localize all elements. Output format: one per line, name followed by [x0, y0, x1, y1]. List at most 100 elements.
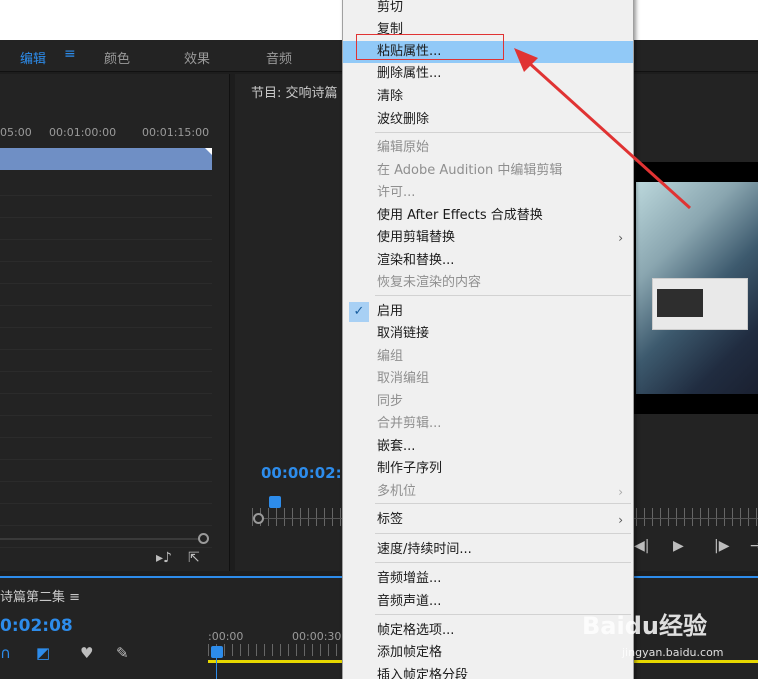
- submenu-arrow-icon: ›: [618, 485, 623, 499]
- snap-icon[interactable]: ∩: [0, 644, 11, 662]
- menu-item-label: 使用 After Effects 合成替换: [377, 208, 543, 223]
- program-playhead[interactable]: [269, 496, 281, 508]
- source-clip[interactable]: [0, 148, 212, 170]
- menu-item-label: 许可...: [377, 185, 416, 200]
- watermark-brand: Baidu经验: [582, 612, 707, 640]
- menu-item-label: 音频增益...: [377, 571, 442, 586]
- submenu-arrow-icon: ›: [618, 231, 623, 245]
- menu-item-label: 标签: [377, 512, 404, 527]
- menu-item[interactable]: 制作子序列: [343, 458, 633, 480]
- menu-item: 在 Adobe Audition 中编辑剪辑: [343, 160, 633, 182]
- ruler-label: 00:01:00:00: [49, 126, 117, 139]
- menu-item[interactable]: 使用剪辑替换 ›: [343, 227, 633, 249]
- menu-item[interactable]: 使用 After Effects 合成替换: [343, 205, 633, 227]
- work-area-bar-right[interactable]: [634, 660, 758, 663]
- menu-item[interactable]: 音频增益...: [343, 568, 633, 590]
- linked-selection-icon[interactable]: ◩: [36, 644, 50, 662]
- menu-item-label: 启用: [377, 304, 404, 319]
- menu-item[interactable]: 嵌套...: [343, 436, 633, 458]
- menu-separator: [375, 295, 631, 296]
- menu-item-label: 制作子序列: [377, 461, 443, 476]
- menu-item-label: 添加帧定格: [377, 645, 443, 660]
- playhead-line: [216, 658, 217, 679]
- menu-item-label: 恢复未渲染的内容: [377, 275, 482, 290]
- menu-item[interactable]: ✓ 启用: [343, 301, 633, 323]
- menu-item-label: 插入帧定格分段: [377, 668, 469, 679]
- menu-item[interactable]: 删除属性...: [343, 63, 633, 85]
- menu-separator: [375, 533, 631, 534]
- menu-item: 合并剪辑...: [343, 413, 633, 435]
- timeline-ruler[interactable]: [208, 644, 348, 656]
- program-title: 节目: 交响诗篇: [251, 86, 338, 101]
- menu-item[interactable]: 速度/持续时间...: [343, 539, 633, 561]
- watermark-url: jingyan.baidu.com: [622, 646, 724, 659]
- menu-item-label: 使用剪辑替换: [377, 230, 456, 245]
- baidu-watermark: Baidu经验 jingyan.baidu.com: [582, 606, 724, 659]
- menu-item: 许可...: [343, 182, 633, 204]
- menu-item-label: 编组: [377, 349, 404, 364]
- menu-item-label: 编辑原始: [377, 140, 430, 155]
- menu-item: 编辑原始: [343, 137, 633, 159]
- menu-item[interactable]: 取消链接: [343, 323, 633, 345]
- context-menu: 剪切 复制 粘贴属性... 删除属性... 清除 波纹删除 编辑原始在 Adobe Audi…: [342, 0, 634, 679]
- source-scrollbar[interactable]: [0, 538, 204, 540]
- step-back-icon[interactable]: ◀|: [634, 538, 649, 554]
- work-area-bar[interactable]: [208, 660, 348, 663]
- menu-item[interactable]: 标签 ›: [343, 509, 633, 531]
- video-inset-screenshot: [652, 278, 748, 330]
- menu-item: 取消编组: [343, 368, 633, 390]
- menu-item: 多机位 ›: [343, 481, 633, 503]
- ruler-label: 00:01:15:00: [142, 126, 210, 139]
- marker-icon[interactable]: ♥: [80, 644, 93, 662]
- menu-item[interactable]: 清除: [343, 86, 633, 108]
- menu-item-label: 删除属性...: [377, 66, 442, 81]
- menu-item-label: 波纹删除: [377, 112, 430, 127]
- next-icon[interactable]: →: [750, 538, 758, 554]
- submenu-arrow-icon: ›: [618, 513, 623, 527]
- wrench-icon[interactable]: ✎: [116, 644, 129, 662]
- export-audio-icon[interactable]: ▸♪: [156, 550, 172, 566]
- program-zoom-handle[interactable]: [253, 513, 264, 524]
- menu-item-label: 多机位: [377, 484, 417, 499]
- program-timecode[interactable]: 00:00:02:0: [261, 464, 352, 482]
- hamburger-icon[interactable]: ≡: [64, 46, 76, 62]
- menu-item[interactable]: 渲染和替换...: [343, 250, 633, 272]
- menu-separator: [375, 503, 631, 504]
- sequence-title[interactable]: 诗篇第二集 ≡: [0, 586, 80, 605]
- menu-item-label: 同步: [377, 394, 404, 409]
- tab-color[interactable]: 颜色: [104, 48, 130, 67]
- menu-separator: [375, 562, 631, 563]
- checkmark-icon: ✓: [349, 302, 369, 322]
- menu-item: 同步: [343, 391, 633, 413]
- menu-item-label: 嵌套...: [377, 439, 416, 454]
- menu-item-label: 剪切: [377, 0, 404, 15]
- tab-effects[interactable]: 效果: [184, 48, 210, 67]
- step-forward-icon[interactable]: |▶: [714, 538, 729, 554]
- menu-item-label: 帧定格选项...: [377, 623, 455, 638]
- timeline-timecode[interactable]: 0:02:08: [0, 616, 73, 636]
- menu-item-label: 取消编组: [377, 371, 430, 386]
- menu-item-label: 合并剪辑...: [377, 416, 442, 431]
- menu-separator: [375, 132, 631, 133]
- inset-content: [657, 289, 703, 317]
- menu-item[interactable]: 波纹删除: [343, 109, 633, 131]
- menu-item-label: 取消链接: [377, 326, 430, 341]
- annotation-highlight-box: [356, 34, 504, 60]
- source-ruler: 05:00 00:01:00:00 00:01:15:00: [0, 126, 230, 142]
- timeline-ruler-label: :00:00: [208, 630, 244, 643]
- ruler-label: 05:00: [0, 126, 32, 139]
- tab-audio[interactable]: 音频: [266, 48, 292, 67]
- menu-item[interactable]: 剪切: [343, 0, 633, 19]
- menu-item-label: 清除: [377, 89, 404, 104]
- menu-item-label: 在 Adobe Audition 中编辑剪辑: [377, 163, 563, 178]
- menu-item[interactable]: 添加帧定格: [343, 642, 633, 664]
- tab-edit[interactable]: 编辑: [20, 48, 46, 67]
- play-icon[interactable]: ▶: [673, 538, 684, 554]
- menu-item: 恢复未渲染的内容: [343, 272, 633, 294]
- menu-item[interactable]: 插入帧定格分段: [343, 665, 633, 679]
- track-lines: [0, 174, 212, 554]
- export-icon[interactable]: ⇱: [188, 550, 200, 566]
- scroll-handle[interactable]: [198, 533, 209, 544]
- source-panel: 05:00 00:01:00:00 00:01:15:00 ▸♪ ⇱: [0, 74, 230, 571]
- timeline-playhead[interactable]: [211, 646, 223, 658]
